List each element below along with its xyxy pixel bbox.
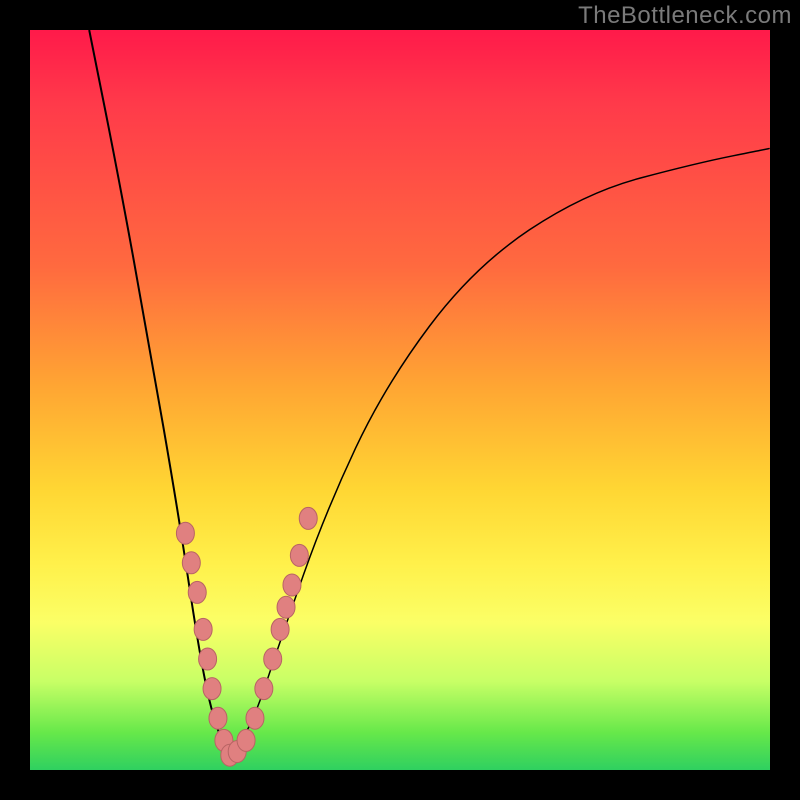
marker-dot	[283, 574, 301, 596]
curve-left-branch	[89, 30, 230, 755]
marker-dot	[299, 507, 317, 529]
marker-dot	[264, 648, 282, 670]
watermark-text: TheBottleneck.com	[578, 2, 792, 30]
marker-dot	[182, 552, 200, 574]
chart-frame: TheBottleneck.com	[0, 0, 800, 800]
plot-area	[30, 30, 770, 770]
marker-dot	[271, 618, 289, 640]
curve-right-branch	[230, 148, 770, 755]
marker-dot	[237, 729, 255, 751]
marker-dots-group	[176, 507, 317, 766]
marker-dot	[199, 648, 217, 670]
marker-dot	[176, 522, 194, 544]
marker-dot	[209, 707, 227, 729]
marker-dot	[290, 544, 308, 566]
marker-dot	[246, 707, 264, 729]
marker-dot	[203, 678, 221, 700]
marker-dot	[277, 596, 295, 618]
marker-dot	[188, 581, 206, 603]
marker-dot	[194, 618, 212, 640]
curve-layer	[30, 30, 770, 770]
marker-dot	[255, 678, 273, 700]
